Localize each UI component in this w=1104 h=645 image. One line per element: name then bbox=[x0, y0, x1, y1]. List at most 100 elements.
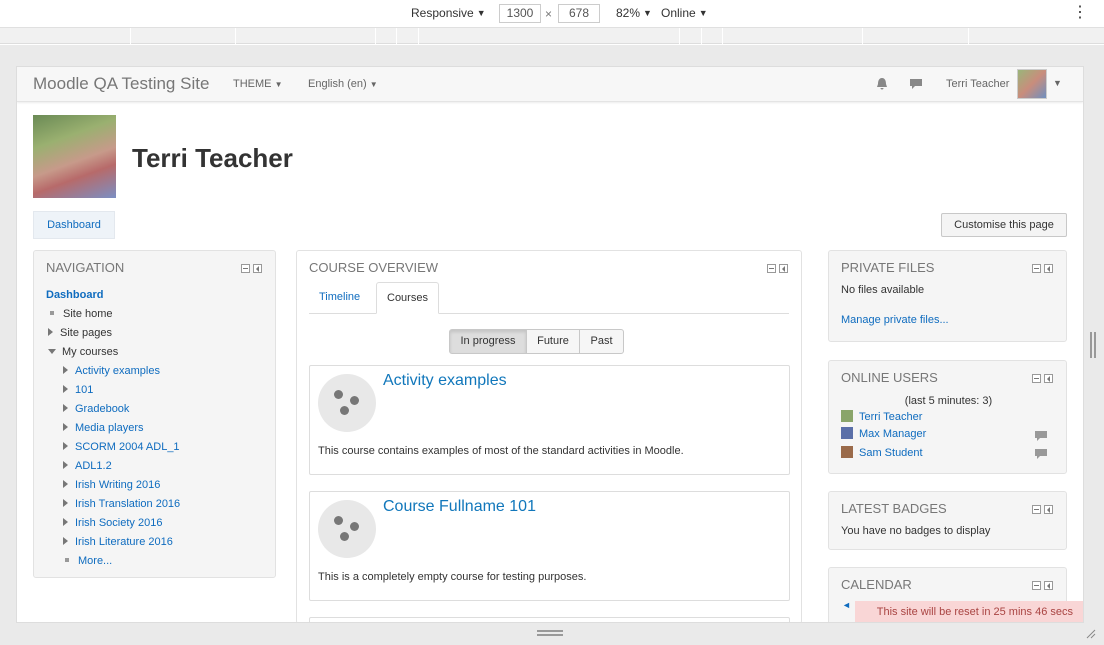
collapsed-arrow-icon bbox=[63, 366, 68, 374]
chevron-down-icon: ▼ bbox=[369, 80, 378, 89]
course-summary: This is a completely empty course for te… bbox=[318, 571, 587, 583]
nav-item[interactable]: My courses bbox=[46, 343, 266, 362]
block-title: PRIVATE FILES bbox=[841, 260, 935, 275]
nav-item-label: My courses bbox=[62, 346, 119, 358]
nav-item-label: Site pages bbox=[60, 327, 112, 339]
online-user[interactable]: Sam Student bbox=[841, 446, 923, 462]
nav-item[interactable]: Irish Writing 2016 bbox=[46, 476, 266, 495]
send-message-icon[interactable] bbox=[1035, 449, 1047, 459]
navigation-block: NAVIGATION Dashboard Site home Site pages… bbox=[33, 250, 276, 578]
collapse-icon[interactable] bbox=[1032, 264, 1041, 273]
dock-icon[interactable] bbox=[1044, 581, 1053, 590]
notifications-bell-icon[interactable] bbox=[875, 77, 889, 91]
send-message-icon[interactable] bbox=[1035, 431, 1047, 441]
top-navbar: Moodle QA Testing Site THEME ▼ English (… bbox=[17, 67, 1083, 102]
dock-icon[interactable] bbox=[1044, 264, 1053, 273]
network-throttle-dropdown[interactable]: Online ▼ bbox=[661, 6, 708, 20]
overview-tabs: Timeline Courses bbox=[309, 282, 789, 314]
filter-future[interactable]: Future bbox=[526, 329, 580, 354]
breadcrumb-dashboard[interactable]: Dashboard bbox=[33, 211, 115, 239]
nav-item[interactable]: Media players bbox=[46, 419, 266, 438]
device-stage: Moodle QA Testing Site THEME ▼ English (… bbox=[0, 45, 1104, 645]
collapsed-arrow-icon bbox=[63, 499, 68, 507]
zoom-dropdown[interactable]: 82% ▼ bbox=[616, 6, 652, 20]
tab-timeline[interactable]: Timeline bbox=[309, 282, 370, 314]
nav-item-dashboard[interactable]: Dashboard bbox=[46, 286, 266, 305]
nav-item[interactable]: Irish Translation 2016 bbox=[46, 495, 266, 514]
customise-page-button[interactable]: Customise this page bbox=[941, 213, 1067, 237]
course-name[interactable]: Course Fullname 101 bbox=[383, 498, 536, 516]
collapse-icon[interactable] bbox=[1032, 581, 1041, 590]
course-overview-block: COURSE OVERVIEW Timeline Courses In prog… bbox=[296, 250, 802, 622]
viewport-width-input[interactable]: 1300 bbox=[499, 4, 541, 23]
filter-in-progress[interactable]: In progress bbox=[449, 329, 527, 354]
expanded-arrow-icon bbox=[48, 349, 56, 354]
collapsed-arrow-icon bbox=[63, 404, 68, 412]
viewport-height-input[interactable]: 678 bbox=[558, 4, 600, 23]
collapsed-arrow-icon bbox=[48, 328, 53, 336]
nav-item[interactable]: 101 bbox=[46, 381, 266, 400]
nav-item[interactable]: Activity examples bbox=[46, 362, 266, 381]
block-title: NAVIGATION bbox=[46, 260, 125, 275]
tab-courses[interactable]: Courses bbox=[376, 282, 439, 314]
site-brand[interactable]: Moodle QA Testing Site bbox=[33, 74, 209, 94]
course-card bbox=[309, 617, 790, 622]
nav-item[interactable]: More... bbox=[46, 552, 266, 571]
no-files-text: No files available bbox=[841, 284, 925, 296]
more-options-icon[interactable]: ⋮ bbox=[1072, 4, 1088, 22]
avatar bbox=[841, 446, 853, 458]
nav-item[interactable]: Gradebook bbox=[46, 400, 266, 419]
nav-item-label: Gradebook bbox=[75, 403, 130, 415]
nav-item-label: Irish Writing 2016 bbox=[75, 479, 161, 491]
nav-item-label: Activity examples bbox=[75, 365, 160, 377]
chevron-down-icon: ▼ bbox=[476, 8, 486, 18]
nav-item[interactable]: SCORM 2004 ADL_1 bbox=[46, 438, 266, 457]
zoom-label: 82% bbox=[616, 6, 641, 20]
nav-item[interactable]: Irish Society 2016 bbox=[46, 514, 266, 533]
bullet-icon bbox=[50, 311, 54, 315]
dock-icon[interactable] bbox=[1044, 374, 1053, 383]
course-card: Activity examples This course contains e… bbox=[309, 365, 790, 475]
collapsed-arrow-icon bbox=[63, 442, 68, 450]
nav-item-label: Irish Translation 2016 bbox=[75, 498, 181, 510]
calendar-prev-month-icon[interactable]: ◄ bbox=[842, 600, 851, 610]
filter-past[interactable]: Past bbox=[579, 329, 624, 354]
device-mode-dropdown[interactable]: Responsive ▼ bbox=[411, 6, 486, 20]
nav-item-label: Media players bbox=[75, 422, 144, 434]
course-card: Course Fullname 101 This is a completely… bbox=[309, 491, 790, 601]
collapse-icon[interactable] bbox=[767, 264, 776, 273]
nav-items: Site home Site pages My courses Activity ex… bbox=[46, 305, 266, 571]
online-user[interactable]: Terri Teacher bbox=[841, 410, 922, 426]
private-files-block: PRIVATE FILES No files available Manage … bbox=[828, 250, 1067, 342]
course-name[interactable]: Activity examples bbox=[383, 372, 507, 390]
media-query-ruler[interactable] bbox=[0, 28, 1104, 44]
resize-corner-icon[interactable] bbox=[1084, 627, 1096, 639]
nav-item[interactable]: Site home bbox=[46, 305, 266, 324]
user-avatar[interactable] bbox=[1017, 69, 1047, 99]
page-title: Terri Teacher bbox=[132, 143, 293, 173]
messages-icon[interactable] bbox=[909, 77, 923, 91]
resize-handle-right[interactable] bbox=[1090, 332, 1096, 358]
collapse-icon[interactable] bbox=[1032, 505, 1041, 514]
manage-private-files-link[interactable]: Manage private files... bbox=[841, 314, 949, 326]
nav-item[interactable]: Site pages bbox=[46, 324, 266, 343]
nav-item[interactable]: ADL1.2 bbox=[46, 457, 266, 476]
nav-item-label: More... bbox=[78, 555, 113, 567]
collapse-icon[interactable] bbox=[1032, 374, 1041, 383]
chevron-down-icon[interactable]: ▼ bbox=[1053, 78, 1062, 88]
language-menu[interactable]: English (en) ▼ bbox=[308, 78, 378, 90]
language-menu-label: English (en) bbox=[308, 78, 367, 90]
dock-icon[interactable] bbox=[253, 264, 262, 273]
dock-icon[interactable] bbox=[1044, 505, 1053, 514]
block-title: COURSE OVERVIEW bbox=[309, 260, 439, 275]
collapse-icon[interactable] bbox=[241, 264, 250, 273]
bullet-icon bbox=[65, 558, 69, 562]
device-mode-label: Responsive bbox=[411, 6, 474, 20]
theme-menu[interactable]: THEME ▼ bbox=[233, 78, 282, 90]
nav-item[interactable]: Irish Literature 2016 bbox=[46, 533, 266, 552]
dock-icon[interactable] bbox=[779, 264, 788, 273]
online-user[interactable]: Max Manager bbox=[841, 427, 926, 443]
nav-item-label: Irish Society 2016 bbox=[75, 517, 163, 529]
resize-handle-bottom[interactable] bbox=[537, 630, 563, 636]
user-menu-name[interactable]: Terri Teacher bbox=[946, 78, 1009, 90]
